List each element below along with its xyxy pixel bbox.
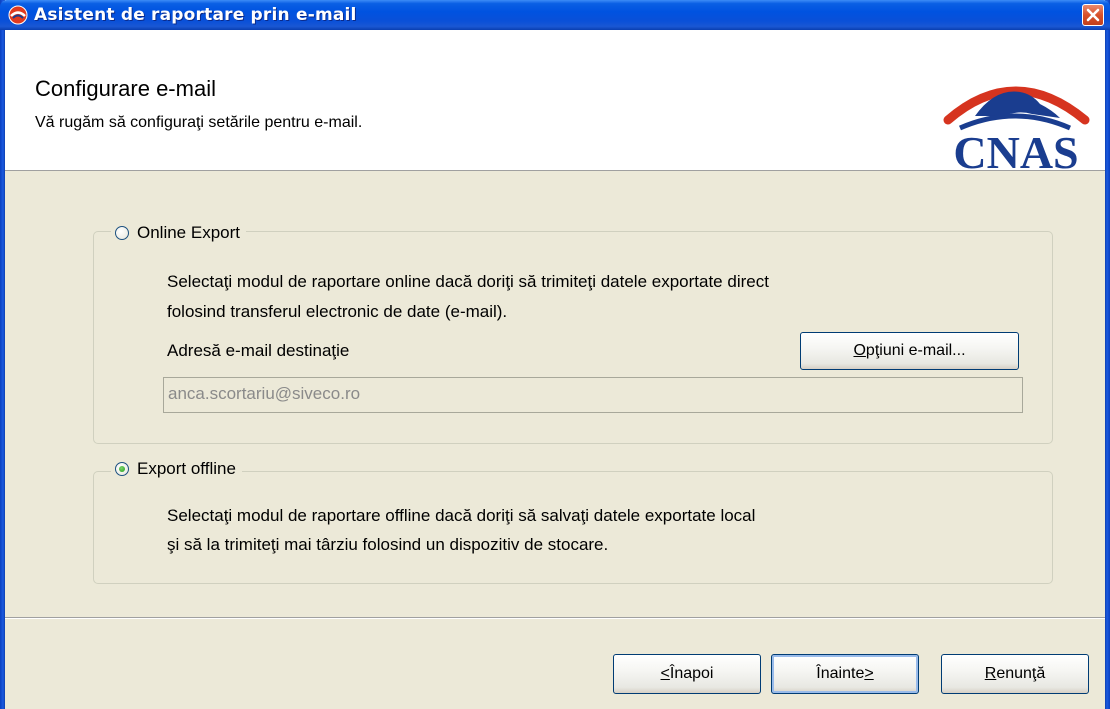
online-description-line2: folosind transferul electronic de date (…: [167, 302, 508, 321]
window-frame-right: [1105, 0, 1110, 709]
online-description-line1: Selectaţi modul de raportare online dacă…: [167, 272, 769, 291]
wizard-header: Configurare e-mail Vă rugăm să configura…: [5, 30, 1105, 178]
page-subtitle: Vă rugăm să configuraţi setările pentru …: [35, 114, 363, 131]
radio-checked-icon[interactable]: [115, 462, 129, 476]
email-address-label: Adresă e-mail destinaţie: [167, 341, 350, 360]
email-address-input[interactable]: anca.scortariu@siveco.ro: [163, 377, 1023, 413]
offline-description-line1: Selectaţi modul de raportare offline dac…: [167, 506, 756, 525]
title-bar[interactable]: Asistent de raportare prin e-mail: [0, 0, 1110, 30]
online-export-radio[interactable]: Online Export: [111, 223, 246, 243]
wizard-window: Asistent de raportare prin e-mail Config…: [0, 0, 1110, 709]
cnas-logo: CNAS: [943, 86, 1090, 178]
window-title: Asistent de raportare prin e-mail: [34, 5, 357, 25]
cancel-button[interactable]: Renunţă: [941, 654, 1089, 694]
offline-export-label: Export offline: [137, 459, 236, 478]
email-options-button[interactable]: Opţiuni e-mail...: [800, 332, 1019, 370]
next-button[interactable]: Înainte >: [771, 654, 919, 694]
wizard-body: Online Export Selectaţi modul de raporta…: [5, 171, 1105, 709]
online-export-label: Online Export: [137, 223, 240, 242]
back-button[interactable]: < Înapoi: [613, 654, 761, 694]
close-button[interactable]: [1082, 4, 1104, 26]
app-icon: [8, 5, 28, 25]
page-title: Configurare e-mail: [35, 76, 216, 101]
footer-separator: [5, 617, 1105, 619]
offline-export-radio[interactable]: Export offline: [111, 459, 242, 479]
close-icon: [1086, 8, 1100, 22]
radio-unchecked-icon[interactable]: [115, 226, 129, 240]
offline-description-line2: şi să la trimiteţi mai târziu folosind u…: [167, 535, 609, 554]
window-frame-left: [0, 0, 5, 709]
